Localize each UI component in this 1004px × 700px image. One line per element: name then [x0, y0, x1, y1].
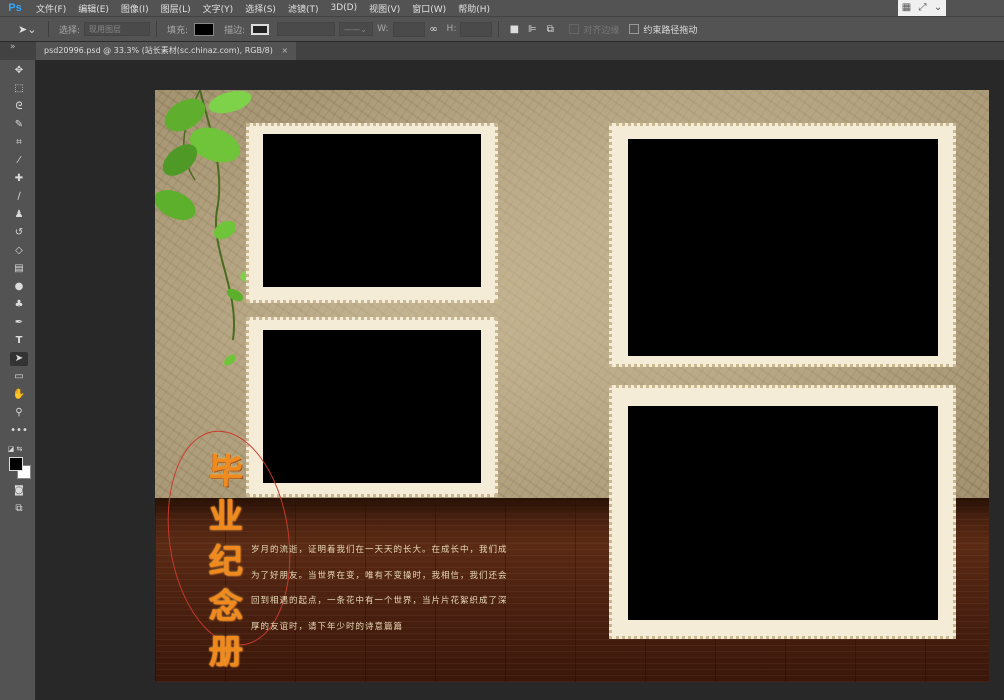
- photo-placeholder: [263, 330, 481, 483]
- healing-brush-icon[interactable]: ✚: [10, 172, 28, 186]
- screen-mode-icon[interactable]: ⧉: [10, 502, 28, 516]
- poem-text: 岁月的流逝，证明着我们在一天天的长大。在成长中，我们成 为了好朋友。当世界在变，…: [251, 538, 513, 640]
- path-select-tool-icon[interactable]: ➤⌄: [18, 23, 42, 36]
- menu-bar: Ps 文件(F) 编辑(E) 图像(I) 图层(L) 文字(Y) 选择(S) 滤…: [0, 0, 1004, 16]
- menu-filter[interactable]: 滤镜(T): [282, 2, 325, 15]
- photo-placeholder: [628, 139, 938, 356]
- width-field[interactable]: [392, 21, 425, 37]
- photoshop-logo: Ps: [8, 2, 22, 14]
- divider: [48, 21, 49, 37]
- brush-icon[interactable]: ∕: [10, 190, 28, 204]
- fill-label: 填充:: [167, 25, 189, 36]
- gradient-icon[interactable]: ▤: [10, 262, 28, 276]
- clone-stamp-icon[interactable]: ♟: [10, 208, 28, 222]
- path-operations-icon[interactable]: ■: [505, 24, 523, 35]
- move-icon[interactable]: ✥: [10, 64, 28, 78]
- eraser-icon[interactable]: ◇: [10, 244, 28, 258]
- lasso-icon[interactable]: ᘓ: [10, 100, 28, 114]
- poem-line: 回到相遇的起点，一条花中有一个世界，当片片花絮织成了深: [251, 596, 508, 606]
- checkbox-icon: [629, 24, 640, 34]
- type-icon[interactable]: T: [10, 334, 28, 348]
- photo-frame-bottom-right[interactable]: [609, 385, 956, 639]
- quick-select-icon[interactable]: ✎: [10, 118, 28, 132]
- album-title: 毕 业 纪 念 册: [203, 450, 249, 675]
- poem-line: 岁月的流逝，证明着我们在一天天的长大。在成长中，我们成: [251, 545, 508, 555]
- canvas-area[interactable]: 毕 业 纪 念 册 岁月的流逝，证明着我们在一天天的长大。在成长中，我们成 为了…: [36, 60, 1004, 700]
- stroke-width-field[interactable]: [277, 22, 336, 36]
- menu-window[interactable]: 窗口(W): [406, 2, 452, 15]
- w-label: W:: [377, 24, 389, 34]
- chevron-down-icon[interactable]: ⌄: [934, 0, 942, 16]
- document-tab-label: psd20996.psd @ 33.3% (站长素材(sc.chinaz.com…: [44, 46, 273, 55]
- checkbox-icon: [569, 24, 580, 34]
- menu-3d[interactable]: 3D(D): [324, 3, 363, 13]
- history-brush-icon[interactable]: ↺: [10, 226, 28, 240]
- title-char: 念: [209, 587, 243, 627]
- menu-file[interactable]: 文件(F): [30, 2, 72, 15]
- constrain-path-checkbox[interactable]: 约束路径拖动: [629, 23, 697, 36]
- align-edges-checkbox[interactable]: 对齐边缘: [569, 23, 619, 36]
- path-select-icon[interactable]: ➤: [10, 352, 28, 366]
- select-label: 选择:: [59, 25, 81, 36]
- menu-layer[interactable]: 图层(L): [155, 2, 197, 15]
- eyedropper-icon[interactable]: ⁄: [10, 154, 28, 168]
- grid-icon[interactable]: ▦: [902, 0, 911, 16]
- default-colors-icon[interactable]: ◪ ⇆: [6, 442, 24, 456]
- quick-mask-icon[interactable]: ◙: [10, 484, 28, 498]
- document-canvas[interactable]: 毕 业 纪 念 册 岁月的流逝，证明着我们在一天天的长大。在成长中，我们成 为了…: [155, 90, 989, 682]
- window-controls: ▦ ⤢ ⌄: [898, 0, 946, 16]
- menu-view[interactable]: 视图(V): [363, 2, 406, 15]
- title-char: 毕: [209, 452, 243, 492]
- expand-icon[interactable]: ⤢: [919, 0, 927, 16]
- menu-type[interactable]: 文字(Y): [197, 2, 240, 15]
- pen-icon[interactable]: ✒: [10, 316, 28, 330]
- title-char: 业: [209, 497, 243, 537]
- title-char: 纪: [209, 542, 243, 582]
- select-dropdown[interactable]: 现用图层: [84, 22, 151, 36]
- menu-help[interactable]: 帮助(H): [452, 2, 496, 15]
- path-alignment-icon[interactable]: ⊫: [523, 24, 541, 35]
- link-icon[interactable]: ∞: [425, 24, 443, 35]
- options-bar: ➤⌄ 选择: 现用图层 填充: 描边: ——⌄ W: ∞ H: ■ ⊫ ⧉ 对齐…: [0, 16, 1004, 42]
- stroke-type-dropdown[interactable]: ——⌄: [339, 22, 374, 36]
- stroke-label: 描边:: [224, 25, 246, 36]
- document-tabs: psd20996.psd @ 33.3% (站长素材(sc.chinaz.com…: [0, 42, 1004, 60]
- dodge-icon[interactable]: ♣: [10, 298, 28, 312]
- photo-frame-bottom-left[interactable]: [246, 317, 498, 497]
- h-label: H:: [446, 24, 457, 34]
- photo-frame-top-left[interactable]: [246, 123, 498, 303]
- stroke-swatch[interactable]: [251, 23, 270, 35]
- crop-icon[interactable]: ⌗: [10, 136, 28, 150]
- photo-placeholder: [628, 406, 938, 620]
- height-field[interactable]: [460, 21, 493, 37]
- photo-placeholder: [263, 134, 481, 287]
- menu-edit[interactable]: 编辑(E): [72, 2, 115, 15]
- rectangle-icon[interactable]: ▭: [10, 370, 28, 384]
- poem-line: 厚的友谊时，请下年少时的诗意篇篇: [251, 621, 404, 632]
- toolbox: ✥ ⬚ ᘓ ✎ ⌗ ⁄ ✚ ∕ ♟ ↺ ◇ ▤ ● ♣ ✒ T ➤ ▭ ✋ ⚲ …: [0, 60, 36, 700]
- constrain-path-label: 约束路径拖动: [643, 25, 698, 36]
- menu-select[interactable]: 选择(S): [239, 2, 282, 15]
- hand-icon[interactable]: ✋: [10, 388, 28, 402]
- align-edges-label: 对齐边缘: [583, 25, 620, 36]
- path-arrangement-icon[interactable]: ⧉: [541, 24, 559, 35]
- close-icon[interactable]: ×: [281, 46, 288, 55]
- title-char: 册: [209, 632, 243, 672]
- collapse-panel-icon[interactable]: »: [10, 42, 16, 52]
- photo-frame-top-right[interactable]: [609, 123, 956, 367]
- foreground-color-swatch[interactable]: [9, 457, 23, 471]
- menu-image[interactable]: 图像(I): [115, 2, 155, 15]
- divider: [498, 21, 500, 37]
- marquee-icon[interactable]: ⬚: [10, 82, 28, 96]
- more-icon[interactable]: •••: [10, 424, 28, 438]
- poem-line: 为了好朋友。当世界在变，唯有不变操时，我相信，我们还会: [251, 570, 508, 581]
- zoom-icon[interactable]: ⚲: [10, 406, 28, 420]
- divider: [156, 21, 158, 37]
- document-tab[interactable]: psd20996.psd @ 33.3% (站长素材(sc.chinaz.com…: [36, 42, 297, 60]
- fill-swatch[interactable]: [194, 22, 215, 36]
- blur-icon[interactable]: ●: [10, 280, 28, 294]
